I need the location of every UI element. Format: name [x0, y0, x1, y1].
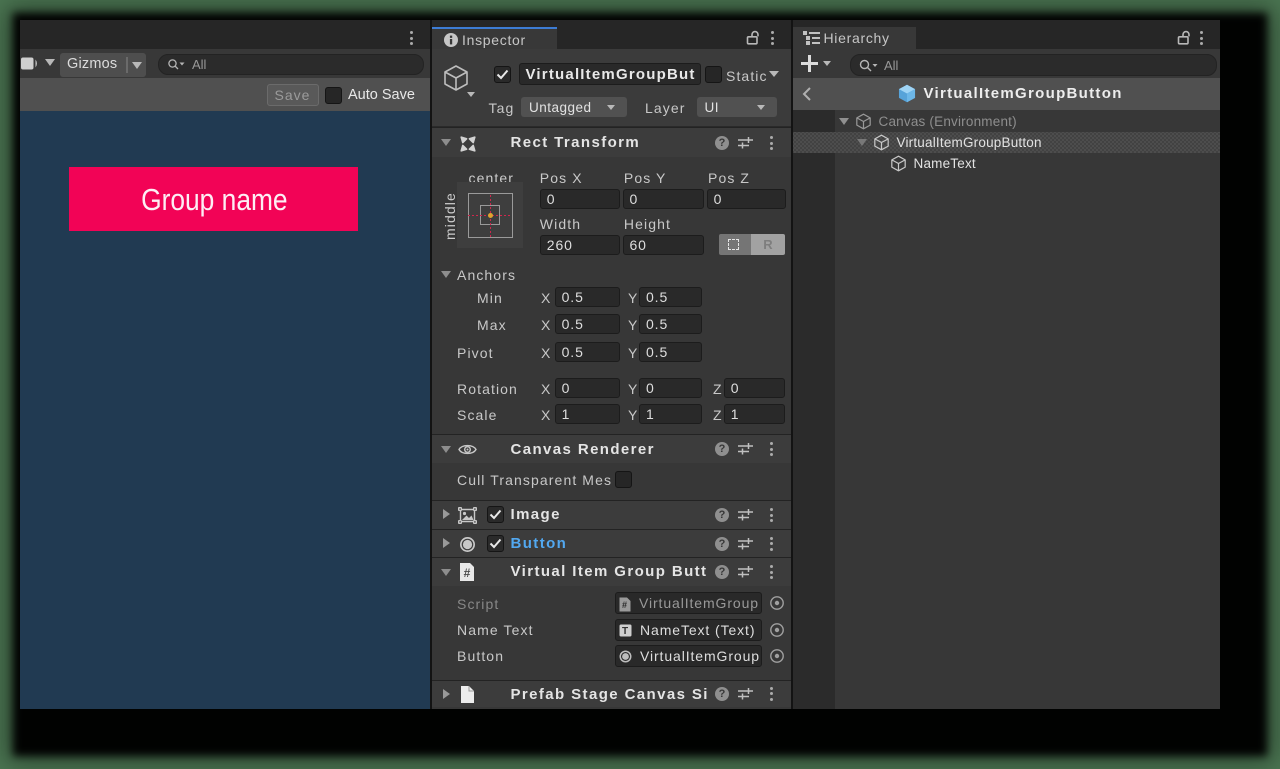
svg-text:T: T — [622, 626, 629, 637]
svg-text:#: # — [622, 600, 628, 610]
svg-text:#: # — [464, 566, 471, 580]
